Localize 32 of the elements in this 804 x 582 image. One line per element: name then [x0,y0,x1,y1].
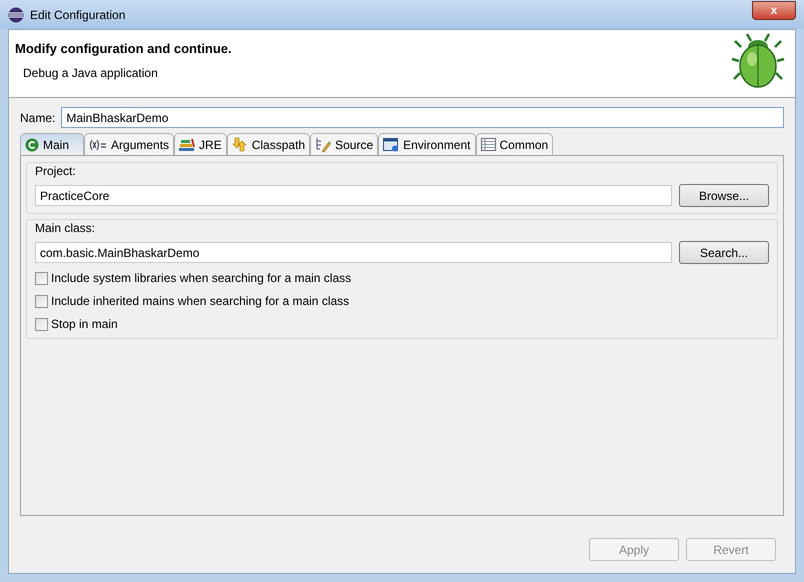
tree-pencil-icon [315,137,332,152]
tab[interactable]: Common [476,133,554,155]
search-button[interactable]: Search... [679,241,769,264]
checkbox[interactable] [35,318,48,330]
books-icon [179,138,196,152]
option-label: Include inherited mains when searching for a main class [51,293,350,310]
name-field[interactable]: MainBhaskarDemo [61,107,784,128]
option-label: Include system libraries when searching for a main class [51,270,352,287]
project-field[interactable]: PracticeCore [35,185,672,206]
tab[interactable]: JRE [174,133,227,155]
main-class-field[interactable]: com.basic.MainBhaskarDemo [35,242,672,263]
tab[interactable]: Classpath [226,133,310,155]
window-icon [383,138,400,152]
eclipse-icon [8,6,24,22]
option-label: Stop in main [51,316,118,333]
browse-button[interactable]: Browse... [679,184,769,207]
tab[interactable]: Main [20,133,84,155]
header-subtitle: Debug a Java application [23,64,159,82]
tab[interactable]: Source [310,133,378,155]
project-label: Project: [35,163,77,180]
run-icon [25,138,39,152]
name-label: Name: [20,110,56,126]
checkbox[interactable] [35,294,48,308]
header-title: Modify configuration and continue. [15,40,233,58]
arrows-icon [232,137,248,152]
main-class-label: Main class: [35,220,96,237]
variable-icon [89,138,108,150]
checkbox[interactable] [35,272,48,284]
tab[interactable]: Arguments [84,133,174,155]
window-title: Edit Configuration [30,6,126,24]
tab[interactable]: Environment [378,133,476,155]
table-icon [480,138,496,151]
